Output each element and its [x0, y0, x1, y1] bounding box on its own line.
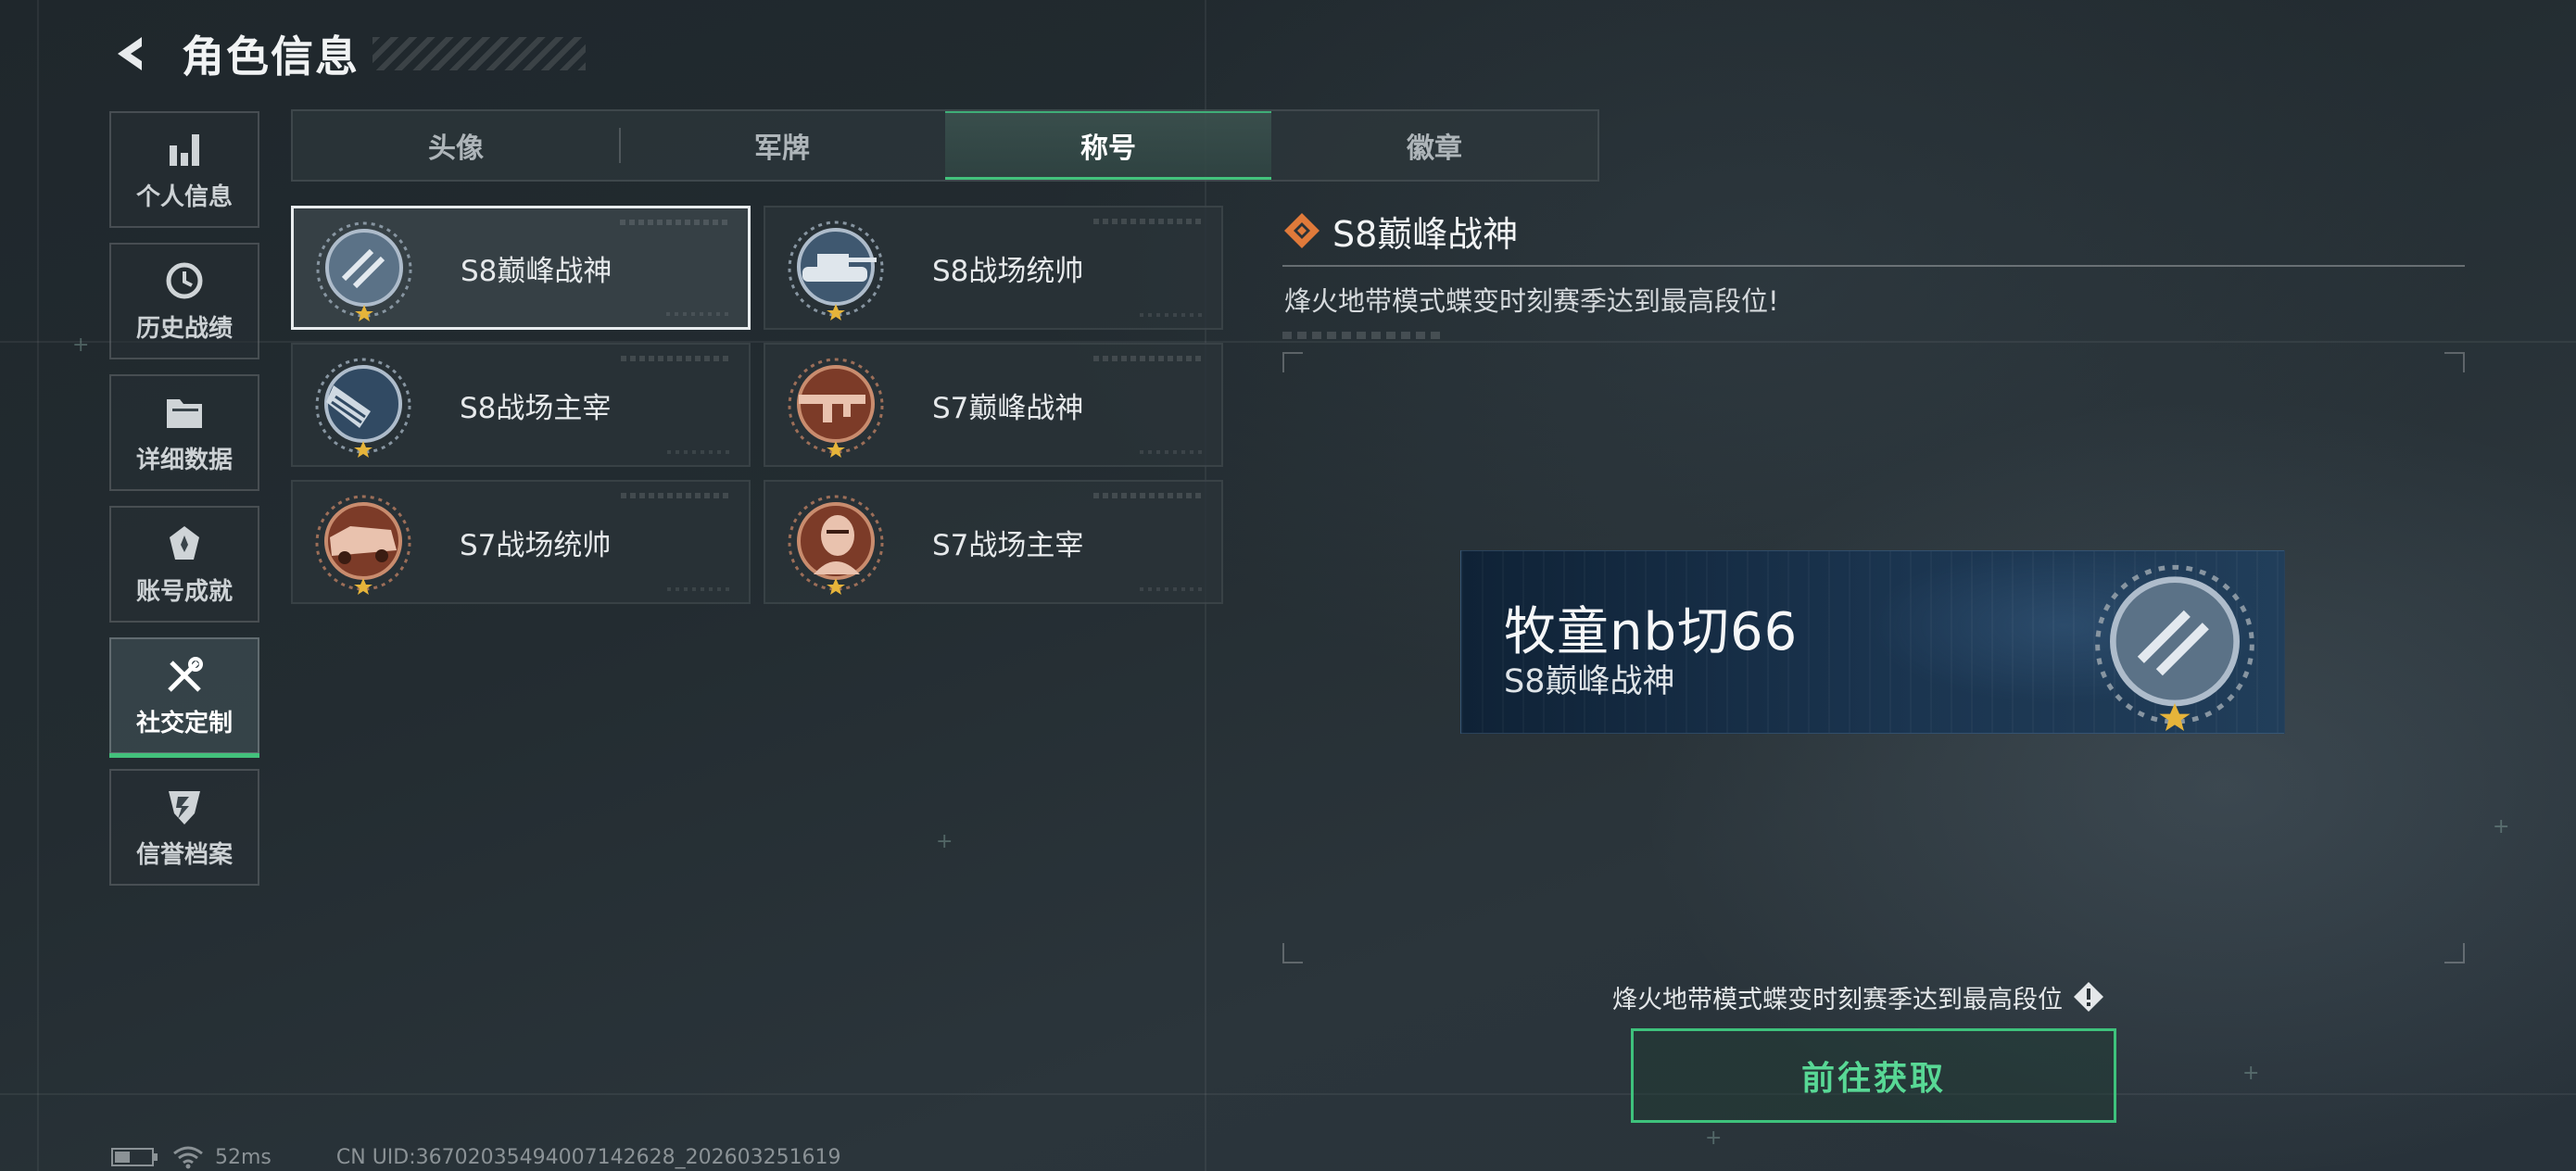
rifle-s7-badge-icon — [788, 358, 884, 458]
divider — [1282, 265, 2465, 267]
back-arrow-icon — [118, 37, 142, 70]
tank-s8-badge-icon — [788, 220, 884, 321]
player-name: 牧童nb切66 — [1504, 602, 1799, 662]
uid-text: CN UID:36702035494007142628_202603251619 — [335, 1145, 841, 1169]
title-card[interactable]: S7巅峰战神 — [764, 343, 1223, 467]
page-header: 角色信息 — [109, 26, 586, 82]
card-decoration — [1140, 450, 1205, 454]
grid-line — [37, 0, 39, 1171]
sidebar: 个人信息 历史战绩 详细数据 账号成就 社交定制 信誉档案 — [109, 111, 261, 900]
card-decoration — [621, 493, 732, 498]
category-tabs: 头像 军牌 称号 徽章 — [291, 109, 1599, 182]
title-name: S8战场主宰 — [460, 391, 612, 425]
battery-tip — [154, 1153, 158, 1161]
tab-title[interactable]: 称号 — [945, 111, 1271, 180]
title-name: S8战场统帅 — [932, 254, 1084, 288]
title-card[interactable]: S8巅峰战神 — [291, 206, 751, 330]
crosshair-decoration: + — [936, 830, 953, 853]
title-card[interactable]: S7战场统帅 — [291, 480, 751, 604]
title-stripe-decoration — [373, 37, 586, 70]
frame-corner — [1282, 352, 1303, 372]
card-decoration — [1093, 493, 1205, 498]
sidebar-item-label: 信誉档案 — [135, 840, 233, 869]
achievement-medal-icon — [163, 523, 206, 565]
title-detail-panel: S8巅峰战神 烽火地带模式蝶变时刻赛季达到最高段位! — [1282, 202, 2465, 339]
tab-badge[interactable]: 徽章 — [1271, 111, 1597, 180]
peak-warrior-s8-badge-icon — [2095, 564, 2254, 731]
sidebar-item-label: 社交定制 — [135, 709, 233, 737]
go-obtain-button[interactable]: 前往获取 — [1631, 1028, 2116, 1123]
detail-title: S8巅峰战神 — [1332, 213, 1519, 255]
title-name: S7战场主宰 — [932, 528, 1084, 562]
crosshair-decoration: + — [2493, 815, 2510, 838]
grid-line — [0, 1093, 2576, 1095]
crosshair-decoration: + — [1705, 1127, 1723, 1150]
sidebar-item-label: 个人信息 — [135, 183, 233, 211]
wrench-screwdriver-icon — [163, 654, 206, 697]
armored-car-s7-badge-icon — [315, 495, 411, 595]
crosshair-decoration: + — [2242, 1062, 2260, 1085]
sidebar-item-social-custom[interactable]: 社交定制 — [109, 637, 259, 758]
sidebar-item-history[interactable]: 历史战绩 — [109, 243, 259, 359]
tab-dog-tag[interactable]: 军牌 — [619, 111, 945, 180]
card-decoration — [621, 356, 732, 361]
card-decoration — [667, 450, 732, 454]
card-decoration — [1093, 356, 1205, 361]
title-name: S7战场统帅 — [460, 528, 612, 562]
peak-warrior-s8-badge-icon — [316, 221, 412, 321]
tab-avatar[interactable]: 头像 — [293, 111, 619, 180]
detail-description: 烽火地带模式蝶变时刻赛季达到最高段位! — [1284, 285, 1779, 317]
nameplate-title: S8巅峰战神 — [1504, 663, 1675, 700]
nameplate-preview: 牧童nb切66 S8巅峰战神 — [1460, 550, 2285, 734]
card-decoration — [1140, 587, 1205, 591]
page-title: 角色信息 — [182, 31, 360, 82]
status-bar: 52ms CN UID:36702035494007142628_2026032… — [111, 1145, 841, 1169]
card-decoration — [620, 220, 731, 225]
history-clock-icon — [163, 259, 206, 302]
sidebar-item-label: 详细数据 — [135, 446, 233, 474]
frame-corner — [2444, 352, 2465, 372]
card-decoration — [666, 312, 731, 316]
card-decoration — [1140, 313, 1205, 317]
detail-header: S8巅峰战神 — [1282, 202, 2465, 259]
crosshair-decoration: + — [72, 334, 90, 357]
info-diamond-icon[interactable] — [2072, 980, 2105, 1014]
requirement-row: 烽火地带模式蝶变时刻赛季达到最高段位 — [1612, 978, 2105, 1015]
sidebar-item-achievements[interactable]: 账号成就 — [109, 506, 259, 623]
sidebar-item-detailed-data[interactable]: 详细数据 — [109, 374, 259, 491]
frame-corner — [1282, 943, 1303, 963]
building-s8-badge-icon — [315, 358, 411, 458]
title-card[interactable]: S8战场统帅 — [764, 206, 1223, 330]
card-decoration — [1093, 219, 1205, 224]
title-name: S7巅峰战神 — [932, 391, 1084, 425]
title-name: S8巅峰战神 — [461, 254, 612, 288]
frame-corner — [2444, 943, 2465, 963]
shield-emblem-icon — [163, 786, 206, 828]
tick-decoration — [1282, 332, 1446, 339]
soldier-s7-badge-icon — [788, 495, 884, 595]
ping-value: 52ms — [215, 1145, 271, 1169]
battery-icon — [111, 1148, 154, 1166]
title-card[interactable]: S7战场主宰 — [764, 480, 1223, 604]
folder-icon — [163, 391, 206, 434]
sidebar-item-label: 历史战绩 — [135, 314, 233, 343]
wifi-icon — [173, 1146, 203, 1169]
card-decoration — [667, 587, 732, 591]
requirement-text: 烽火地带模式蝶变时刻赛季达到最高段位 — [1612, 985, 2063, 1014]
bar-chart-icon — [163, 128, 206, 170]
sidebar-item-reputation[interactable]: 信誉档案 — [109, 769, 259, 886]
diamond-icon — [1284, 213, 1320, 248]
sidebar-item-label: 账号成就 — [135, 577, 233, 606]
back-button[interactable] — [109, 31, 156, 77]
title-card[interactable]: S8战场主宰 — [291, 343, 751, 467]
sidebar-item-personal-info[interactable]: 个人信息 — [109, 111, 259, 228]
